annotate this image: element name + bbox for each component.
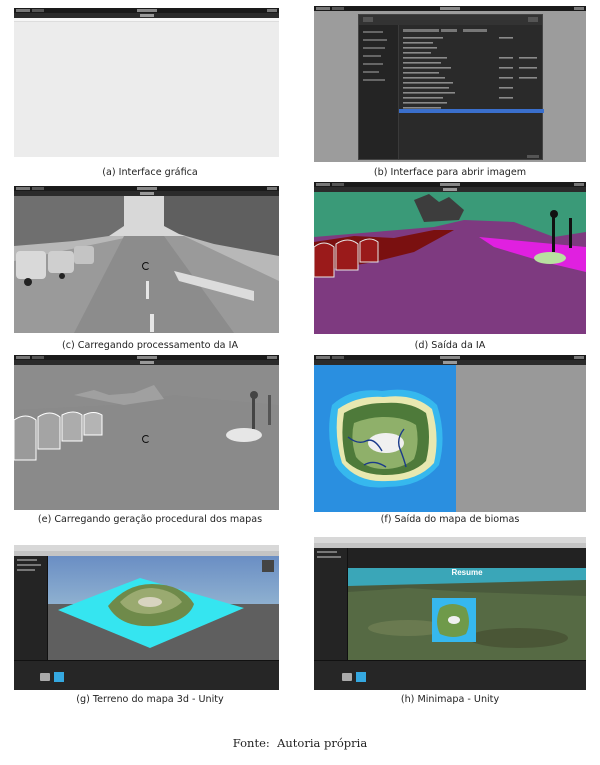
caption-a: (a) Interface gráfica bbox=[102, 167, 198, 178]
panel-c-loading-ai bbox=[14, 186, 279, 333]
caption-c: (c) Carregando processamento da IA bbox=[61, 340, 239, 351]
caption-g: (g) Terreno do mapa 3d - Unity bbox=[76, 694, 224, 705]
caption-e: (e) Carregando geração procedural dos ma… bbox=[37, 514, 263, 525]
caption-b: (b) Interface para abrir imagem bbox=[373, 167, 527, 178]
segmentation-map bbox=[314, 192, 586, 334]
selected-file-row bbox=[399, 109, 544, 113]
panel-b-open-dialog bbox=[314, 6, 586, 162]
file-list bbox=[363, 29, 544, 158]
caption-h: (h) Minimapa - Unity bbox=[400, 694, 500, 705]
panel-g-unity-terrain bbox=[14, 545, 279, 690]
caption-f: (f) Saída do mapa de biomas bbox=[380, 514, 520, 525]
asset-thumbnail[interactable] bbox=[356, 672, 366, 682]
panel-f-biome-map bbox=[314, 355, 586, 512]
panel-e-loading-procedural bbox=[14, 355, 279, 510]
source-note: Fonte: Autoria própria bbox=[232, 736, 368, 750]
caption-d: (d) Saída da IA bbox=[414, 340, 486, 351]
panel-a-gui bbox=[14, 8, 279, 157]
biome-map-image bbox=[314, 365, 456, 512]
resume-button[interactable]: Resume bbox=[348, 568, 586, 577]
spinner-icon bbox=[142, 262, 150, 270]
panel-h-unity-minimap: Resume bbox=[314, 537, 586, 690]
folder-icon[interactable] bbox=[40, 673, 50, 681]
unity-game-view bbox=[348, 548, 586, 660]
panel-d-ai-output bbox=[314, 182, 586, 334]
spinner-icon bbox=[142, 435, 150, 443]
folder-icon[interactable] bbox=[342, 673, 352, 681]
asset-thumbnail[interactable] bbox=[54, 672, 64, 682]
unity-scene-view bbox=[48, 556, 279, 660]
